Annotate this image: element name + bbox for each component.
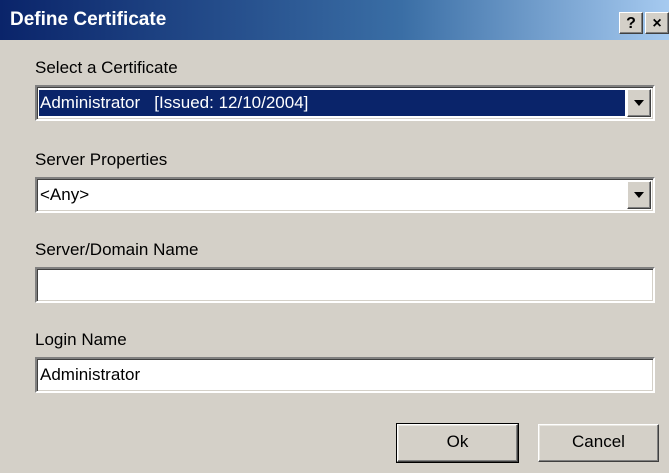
cancel-button[interactable]: Cancel (538, 424, 659, 462)
login-name-label: Login Name (35, 330, 127, 349)
server-properties-dropdown-button[interactable] (627, 181, 651, 209)
chevron-down-icon (634, 192, 644, 198)
chevron-down-icon (634, 100, 644, 106)
server-domain-label: Server/Domain Name (35, 240, 199, 259)
certificate-select[interactable]: Administrator [Issued: 12/10/2004] (35, 85, 655, 121)
help-button[interactable]: ? (619, 12, 643, 34)
login-name-value: Administrator (40, 365, 141, 384)
certificate-dropdown-button[interactable] (627, 89, 651, 117)
define-certificate-dialog: Define Certificate ? × Select a Certific… (0, 0, 669, 473)
login-name-field[interactable]: Administrator (35, 357, 655, 393)
ok-button[interactable]: Ok (396, 423, 519, 463)
server-domain-field[interactable] (35, 267, 655, 303)
close-button[interactable]: × (645, 12, 669, 34)
title-bar[interactable]: Define Certificate ? × (0, 0, 669, 40)
certificate-select-value: Administrator [Issued: 12/10/2004] (40, 93, 309, 112)
certificate-label: Select a Certificate (35, 58, 178, 77)
server-properties-label: Server Properties (35, 150, 168, 169)
server-properties-select[interactable]: <Any> (35, 177, 655, 213)
window-title: Define Certificate (10, 9, 167, 30)
server-properties-value: <Any> (40, 185, 90, 204)
